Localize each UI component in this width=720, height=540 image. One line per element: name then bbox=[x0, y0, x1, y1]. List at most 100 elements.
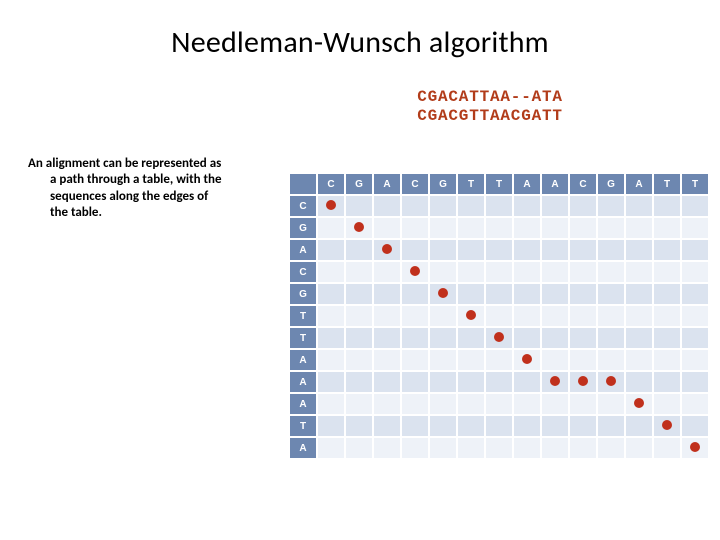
matrix-cell bbox=[401, 239, 429, 261]
desc-line: sequences along the edges of bbox=[28, 189, 263, 205]
matrix-cell bbox=[569, 371, 597, 393]
matrix-col-header: A bbox=[373, 173, 401, 195]
matrix-cell bbox=[625, 261, 653, 283]
matrix-cell bbox=[317, 283, 345, 305]
matrix-col-header: A bbox=[625, 173, 653, 195]
matrix-row-header: A bbox=[289, 437, 317, 459]
matrix-cell bbox=[513, 239, 541, 261]
matrix-cell bbox=[569, 305, 597, 327]
matrix-cell bbox=[373, 393, 401, 415]
matrix-cell bbox=[457, 195, 485, 217]
alignment-seq2: CGACGTTAACGATT bbox=[300, 107, 680, 126]
matrix-cell bbox=[457, 349, 485, 371]
matrix-cell bbox=[345, 393, 373, 415]
matrix-cell bbox=[429, 437, 457, 459]
matrix-cell bbox=[597, 371, 625, 393]
matrix-cell bbox=[317, 261, 345, 283]
matrix-cell bbox=[513, 371, 541, 393]
path-dot-icon bbox=[438, 288, 448, 298]
matrix-cell bbox=[401, 349, 429, 371]
matrix-cell bbox=[541, 283, 569, 305]
path-dot-icon bbox=[354, 222, 364, 232]
matrix-col-header: T bbox=[681, 173, 709, 195]
matrix-cell bbox=[317, 239, 345, 261]
matrix-cell bbox=[513, 195, 541, 217]
matrix-cell bbox=[373, 283, 401, 305]
matrix-cell bbox=[569, 239, 597, 261]
matrix-cell bbox=[429, 393, 457, 415]
matrix-cell bbox=[429, 217, 457, 239]
matrix-cell bbox=[485, 415, 513, 437]
matrix-cell bbox=[569, 217, 597, 239]
matrix-col-header: C bbox=[569, 173, 597, 195]
matrix-cell bbox=[625, 217, 653, 239]
path-dot-icon bbox=[634, 398, 644, 408]
matrix-cell bbox=[625, 239, 653, 261]
matrix-cell bbox=[317, 349, 345, 371]
matrix-cell bbox=[569, 415, 597, 437]
matrix-cell bbox=[345, 217, 373, 239]
matrix-cell bbox=[429, 261, 457, 283]
matrix-cell bbox=[317, 195, 345, 217]
path-dot-icon bbox=[578, 376, 588, 386]
matrix-cell bbox=[485, 261, 513, 283]
matrix-row-header: G bbox=[289, 283, 317, 305]
matrix-cell bbox=[485, 217, 513, 239]
matrix-cell bbox=[597, 349, 625, 371]
matrix-cell bbox=[653, 437, 681, 459]
matrix-cell bbox=[373, 349, 401, 371]
matrix-cell bbox=[597, 305, 625, 327]
matrix-cell bbox=[681, 217, 709, 239]
matrix-cell bbox=[429, 283, 457, 305]
matrix-cell bbox=[345, 415, 373, 437]
matrix-cell bbox=[653, 261, 681, 283]
matrix-cell bbox=[457, 415, 485, 437]
matrix-cell bbox=[625, 437, 653, 459]
matrix-cell bbox=[597, 393, 625, 415]
matrix-cell bbox=[653, 393, 681, 415]
matrix-cell bbox=[373, 261, 401, 283]
matrix-cell bbox=[653, 195, 681, 217]
matrix-cell bbox=[457, 393, 485, 415]
matrix-cell bbox=[541, 305, 569, 327]
matrix-cell bbox=[485, 327, 513, 349]
matrix-cell bbox=[625, 393, 653, 415]
matrix-cell bbox=[401, 195, 429, 217]
matrix-cell bbox=[625, 195, 653, 217]
matrix-cell bbox=[513, 393, 541, 415]
matrix-cell bbox=[373, 239, 401, 261]
matrix-row-header: C bbox=[289, 195, 317, 217]
matrix-cell bbox=[569, 393, 597, 415]
matrix-cell bbox=[401, 305, 429, 327]
path-dot-icon bbox=[382, 244, 392, 254]
matrix-cell bbox=[429, 305, 457, 327]
matrix-cell bbox=[373, 371, 401, 393]
matrix-row-header: G bbox=[289, 217, 317, 239]
matrix-cell bbox=[429, 415, 457, 437]
path-dot-icon bbox=[662, 420, 672, 430]
matrix-cell bbox=[597, 195, 625, 217]
matrix-cell bbox=[597, 217, 625, 239]
matrix-cell bbox=[485, 393, 513, 415]
matrix-cell bbox=[681, 305, 709, 327]
matrix-cell bbox=[681, 349, 709, 371]
matrix-cell bbox=[373, 305, 401, 327]
matrix-cell bbox=[597, 283, 625, 305]
matrix-row-header: A bbox=[289, 239, 317, 261]
matrix-cell bbox=[429, 349, 457, 371]
matrix-row-header: A bbox=[289, 393, 317, 415]
matrix-cell bbox=[457, 305, 485, 327]
matrix-cell bbox=[457, 217, 485, 239]
matrix-cell bbox=[541, 393, 569, 415]
matrix-cell bbox=[457, 239, 485, 261]
matrix-cell bbox=[485, 349, 513, 371]
matrix-cell bbox=[317, 305, 345, 327]
matrix-cell bbox=[681, 437, 709, 459]
matrix-cell bbox=[429, 371, 457, 393]
matrix-cell bbox=[485, 283, 513, 305]
desc-line: the table. bbox=[28, 205, 263, 221]
path-dot-icon bbox=[410, 266, 420, 276]
matrix-cell bbox=[681, 239, 709, 261]
matrix-cell bbox=[401, 283, 429, 305]
matrix-cell bbox=[625, 371, 653, 393]
